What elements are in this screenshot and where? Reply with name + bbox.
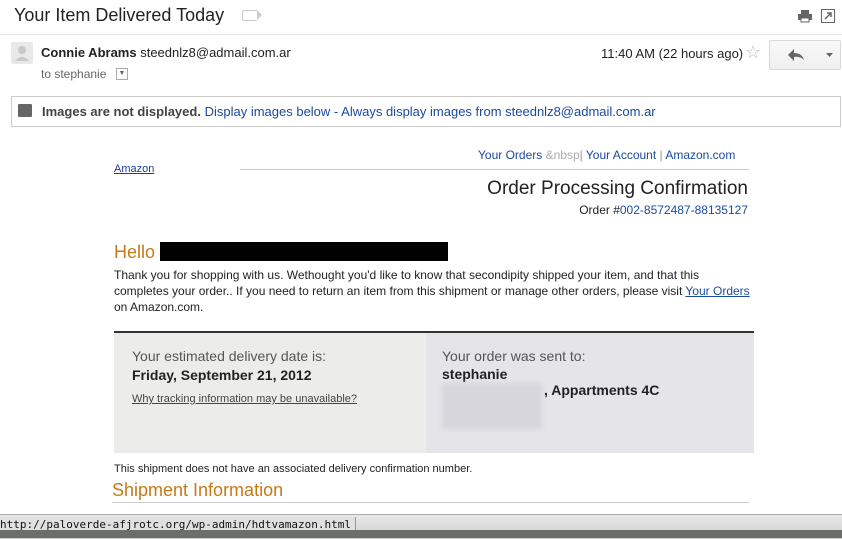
recipient-line: to stephanie [41,67,107,81]
reply-icon [788,49,804,61]
tracking-info-link[interactable]: Why tracking information may be unavaila… [132,393,357,405]
sent-to-label: Your order was sent to: [442,348,586,364]
display-images-link[interactable]: Display images below [205,104,331,119]
blurred-address [442,383,542,429]
star-icon[interactable]: ☆ [745,42,761,63]
order-number-link[interactable]: 002-8572487-88135127 [620,203,748,217]
greeting: Hello [114,242,156,262]
redacted-name [160,242,448,261]
email-subject: Your Item Delivered Today [14,5,225,25]
amazon-com-link[interactable]: Amazon.com [665,148,735,162]
reply-button[interactable] [769,40,821,70]
paragraph-text-end: on Amazon.com. [114,300,204,314]
confirmation-note: This shipment does not have an associate… [114,463,473,475]
sender: Connie Abrams steednlz8@admail.com.ar [41,45,291,60]
divider [112,502,749,503]
images-banner-text: Images are not displayed. Display images… [42,104,656,119]
chevron-down-icon [826,53,833,57]
label-icon[interactable] [242,10,262,21]
recipient-name: stephanie [442,366,508,382]
delivery-date: Friday, September 21, 2012 [132,367,312,383]
taskbar-strip [0,530,842,538]
shipment-heading: Shipment Information [112,480,284,500]
sender-name: Connie Abrams [41,45,137,60]
your-orders-inline-link[interactable]: Your Orders [685,284,749,298]
new-window-icon[interactable] [820,9,836,23]
page-title: Order Processing Confirmation [487,178,748,199]
shipping-address-panel: Your order was sent to: stephanie , Appa… [426,333,754,453]
your-account-link[interactable]: Your Account [586,148,656,162]
order-number-line: Order #002-8572487-88135127 [380,203,748,217]
your-orders-link[interactable]: Your Orders [478,148,542,162]
paragraph-text: Thank you for shopping with us. Wethough… [114,268,700,298]
image-icon [18,104,32,117]
order-label: Order # [579,203,620,217]
header-divider [0,34,842,35]
address-suffix: , Appartments 4C [544,382,660,398]
message-paragraph: Thank you for shopping with us. Wethough… [114,267,754,315]
more-options-button[interactable] [819,40,841,70]
email-time: 11:40 AM (22 hours ago) [601,46,744,61]
always-display-images-link[interactable]: Always display images from steednlz8@adm… [341,104,655,119]
images-not-displayed-label: Images are not displayed. [42,104,201,119]
delivery-label: Your estimated delivery date is: [132,348,327,364]
images-banner: Images are not displayed. Display images… [11,96,841,127]
delivery-date-panel: Your estimated delivery date is: Friday,… [114,333,426,453]
banner-separator: - [330,104,342,119]
divider [240,169,749,170]
top-nav: Your Orders &nbsp| Your Account | Amazon… [478,148,736,162]
print-icon[interactable] [797,9,813,23]
nbsp-text: &nbsp [545,148,580,162]
details-dropdown-icon[interactable]: ▼ [116,68,128,80]
sender-email: steednlz8@admail.com.ar [140,45,291,60]
delivery-info-box: Your estimated delivery date is: Friday,… [114,331,754,453]
avatar [11,42,33,64]
amazon-logo-link[interactable]: Amazon [114,163,154,175]
